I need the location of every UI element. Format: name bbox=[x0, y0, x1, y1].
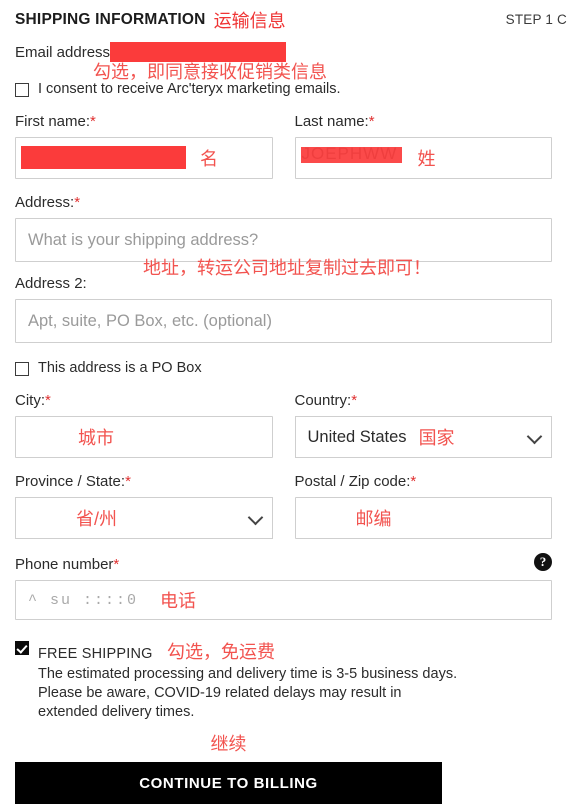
last-name-annotation: 姓 bbox=[417, 149, 436, 169]
address-label-text: Address: bbox=[15, 194, 75, 211]
first-name-group: First name:* 名 bbox=[15, 112, 273, 179]
address-annotation: 地址，转运公司地址复制过去即可！ bbox=[143, 258, 431, 278]
phone-group: Phone number* ? ^ su ::::0 电话 bbox=[15, 553, 552, 620]
address-placeholder: What is your shipping address? bbox=[28, 230, 259, 249]
free-shipping-description: The estimated processing and delivery ti… bbox=[38, 666, 458, 720]
country-label-text: Country: bbox=[294, 392, 352, 409]
country-group: Country:* United States 国家 bbox=[294, 391, 553, 458]
chevron-down-icon[interactable] bbox=[247, 509, 263, 526]
consent-annotation: 勾选，即同意接收促销类信息 bbox=[93, 62, 327, 82]
question-mark-icon[interactable]: ? bbox=[534, 553, 552, 571]
last-name-group: Last name:* JOEPHWW 姓 bbox=[294, 112, 553, 179]
first-name-label-text: First name: bbox=[15, 113, 91, 130]
province-label-text: Province / State: bbox=[15, 473, 126, 490]
city-label-text: City: bbox=[15, 392, 45, 409]
city-annotation: 城市 bbox=[78, 428, 114, 448]
free-shipping-annotation: 勾选，免运费 bbox=[167, 642, 276, 662]
shipping-information-form: SHIPPING INFORMATION 运输信息 STEP 1 C Email… bbox=[0, 0, 567, 808]
province-select[interactable]: 省/州 bbox=[15, 497, 273, 539]
free-shipping-content: FREE SHIPPING 勾选，免运费 The estimated proce… bbox=[38, 638, 458, 722]
province-postal-row: Province / State:* 省/州 Postal / Zip code… bbox=[15, 472, 552, 539]
email-address-row: Email address 勾选，即同意接收促销类信息 bbox=[15, 42, 552, 82]
phone-label: Phone number* bbox=[15, 555, 119, 575]
address2-input[interactable]: Apt, suite, PO Box, etc. (optional) bbox=[15, 299, 552, 343]
country-select[interactable]: United States 国家 bbox=[294, 416, 552, 458]
last-name-label-text: Last name: bbox=[294, 113, 369, 130]
postal-required-mark: * bbox=[410, 473, 417, 490]
phone-value: ^ su ::::0 bbox=[28, 591, 139, 609]
step-indicator: STEP 1 C bbox=[505, 12, 567, 27]
last-name-required-mark: * bbox=[368, 113, 375, 130]
name-fields-row: First name:* 名 Last name:* JOEPHWW 姓 bbox=[15, 112, 552, 179]
city-label: City:* bbox=[15, 391, 273, 411]
country-label: Country:* bbox=[295, 391, 553, 411]
phone-input[interactable]: ^ su ::::0 电话 bbox=[15, 580, 552, 620]
last-name-input[interactable]: JOEPHWW 姓 bbox=[294, 137, 552, 179]
address-group: Address:* What is your shipping address? bbox=[15, 193, 552, 262]
first-name-annotation: 名 bbox=[200, 149, 218, 169]
page-title-annotation: 运输信息 bbox=[213, 11, 286, 31]
postal-group: Postal / Zip code:* 邮编 bbox=[294, 472, 553, 539]
free-shipping-checkbox[interactable] bbox=[15, 641, 29, 655]
phone-required-mark: * bbox=[113, 556, 120, 573]
first-name-value-redaction bbox=[21, 146, 186, 169]
province-group: Province / State:* 省/州 bbox=[15, 472, 273, 539]
country-required-mark: * bbox=[351, 392, 358, 409]
marketing-consent-checkbox[interactable] bbox=[15, 83, 29, 97]
country-selected-value: United States bbox=[307, 427, 407, 446]
postal-input[interactable]: 邮编 bbox=[294, 497, 552, 539]
form-header: SHIPPING INFORMATION 运输信息 STEP 1 C bbox=[15, 0, 567, 40]
address-required-mark: * bbox=[74, 194, 81, 211]
first-name-required-mark: * bbox=[90, 113, 96, 130]
po-box-label: This address is a PO Box bbox=[38, 360, 202, 376]
address-label: Address:* bbox=[15, 193, 552, 213]
address2-placeholder: Apt, suite, PO Box, etc. (optional) bbox=[28, 311, 272, 330]
last-name-value-redaction bbox=[300, 147, 402, 163]
postal-annotation: 邮编 bbox=[355, 509, 392, 529]
continue-annotation: 继续 bbox=[210, 734, 247, 754]
province-label: Province / State:* bbox=[15, 472, 273, 492]
city-required-mark: * bbox=[45, 392, 51, 409]
page-title: SHIPPING INFORMATION bbox=[15, 11, 206, 28]
province-annotation: 省/州 bbox=[76, 509, 118, 529]
province-required-mark: * bbox=[125, 473, 131, 490]
country-annotation: 国家 bbox=[418, 428, 455, 448]
free-shipping-row[interactable]: FREE SHIPPING 勾选，免运费 The estimated proce… bbox=[15, 638, 552, 722]
postal-label-text: Postal / Zip code: bbox=[294, 473, 411, 490]
postal-label: Postal / Zip code:* bbox=[295, 472, 553, 492]
chevron-down-icon[interactable] bbox=[526, 428, 543, 445]
address2-group: 地址，转运公司地址复制过去即可！ Address 2: Apt, suite, … bbox=[15, 258, 552, 343]
city-country-row: City:* 城市 Country:* United States 国家 bbox=[15, 391, 552, 458]
free-shipping-title: FREE SHIPPING bbox=[38, 646, 153, 662]
phone-label-text: Phone number bbox=[15, 556, 114, 573]
continue-to-billing-button[interactable]: CONTINUE TO BILLING bbox=[15, 762, 442, 804]
last-name-label: Last name:* bbox=[295, 112, 553, 132]
po-box-checkbox[interactable] bbox=[15, 362, 29, 376]
first-name-label: First name:* bbox=[15, 112, 273, 132]
first-name-input[interactable]: 名 bbox=[15, 137, 273, 179]
phone-annotation: 电话 bbox=[160, 591, 197, 611]
po-box-row[interactable]: This address is a PO Box bbox=[15, 359, 552, 377]
city-input[interactable]: 城市 bbox=[15, 416, 273, 458]
city-group: City:* 城市 bbox=[15, 391, 273, 458]
